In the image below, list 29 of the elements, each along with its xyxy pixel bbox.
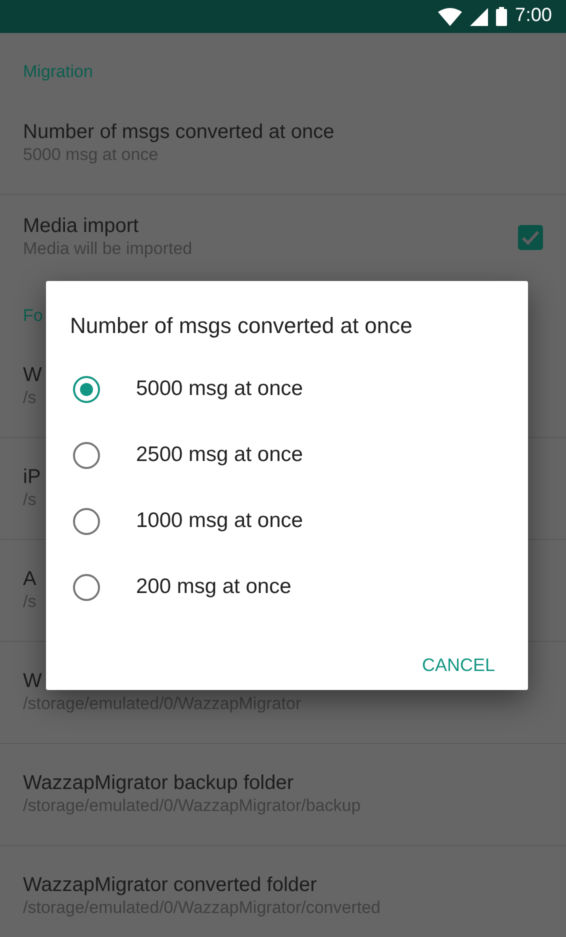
setting-title: iP — [23, 465, 41, 490]
radio-option[interactable]: 1000 msg at once — [46, 488, 528, 554]
option-label: 2500 msg at once — [136, 442, 303, 468]
setting-title: A — [23, 567, 36, 592]
wifi-icon — [438, 8, 462, 26]
battery-icon — [496, 7, 508, 26]
section-header: Fo — [22, 304, 43, 326]
cancel-button[interactable]: CANCEL — [410, 644, 507, 687]
section-header: Migration — [22, 61, 93, 83]
status-time: 7:00 — [515, 4, 552, 28]
checkbox[interactable] — [518, 225, 543, 250]
setting-title: W — [23, 363, 42, 388]
setting-title: Media import — [23, 214, 139, 238]
radio-option[interactable]: 2500 msg at once — [46, 422, 528, 488]
option-label: 1000 msg at once — [136, 508, 303, 534]
radio-option[interactable]: 5000 msg at once — [46, 356, 528, 422]
radio-button[interactable] — [73, 376, 100, 402]
setting-title: Number of msgs converted at once — [23, 120, 334, 144]
option-label: 200 msg at once — [136, 574, 292, 600]
signal-icon — [470, 8, 488, 26]
option-label: 5000 msg at once — [136, 376, 303, 402]
radio-button[interactable] — [73, 442, 100, 468]
setting-title: WazzapMigrator backup folder — [23, 771, 294, 796]
radio-button[interactable] — [73, 508, 100, 534]
setting-title: W — [23, 669, 42, 694]
setting-title: WazzapMigrator converted folder — [23, 873, 317, 898]
dialog-title: Number of msgs converted at once — [69, 312, 414, 340]
radio-button[interactable] — [73, 574, 100, 600]
radio-option[interactable]: 200 msg at once — [46, 554, 528, 620]
